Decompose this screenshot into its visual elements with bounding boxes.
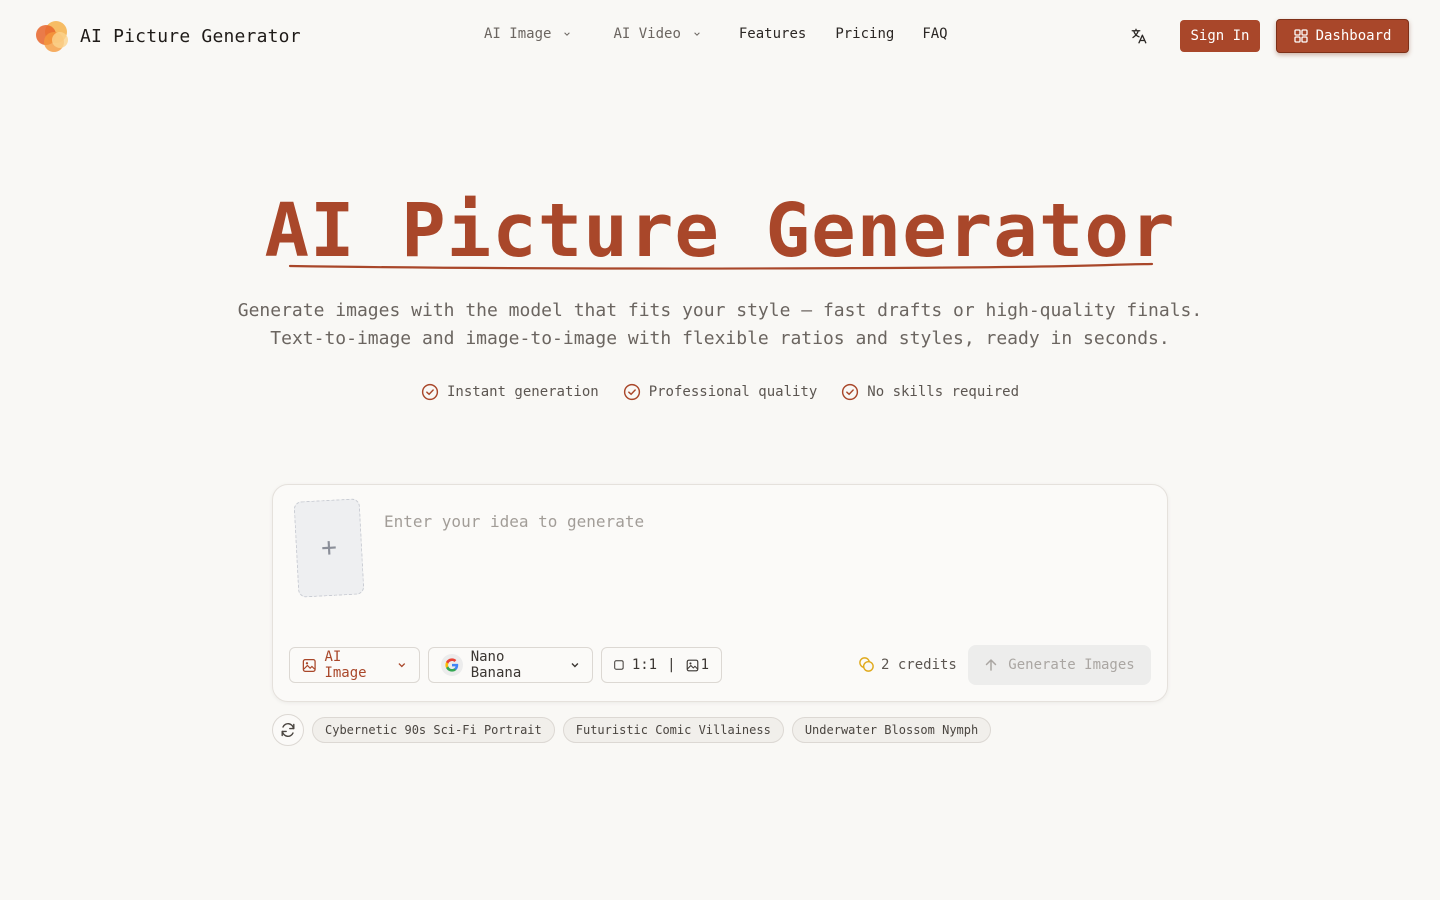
dashboard-button[interactable]: Dashboard (1276, 19, 1409, 53)
prompt-input[interactable] (384, 512, 1144, 612)
site-header: AI Picture Generator AI Image AI Video F… (0, 0, 1440, 72)
image-count-value: 1 (700, 657, 709, 673)
suggestion-chip[interactable]: Futuristic Comic Villainess (562, 717, 784, 743)
nav-features[interactable]: Features (739, 26, 806, 42)
ratio-separator: | (667, 657, 676, 673)
sign-in-button[interactable]: Sign In (1180, 20, 1260, 52)
nav-ai-image-label: AI Image (484, 26, 552, 42)
perk-list: Instant generation Professional quality … (0, 383, 1440, 401)
generate-button[interactable]: Generate Images (968, 645, 1151, 685)
nav-ai-video-label: AI Video (613, 26, 681, 42)
suggestion-chip[interactable]: Underwater Blossom Nymph (791, 717, 992, 743)
nav-features-label: Features (738, 26, 807, 42)
ratio-label: 1:1 (631, 657, 658, 673)
brand-name: AI Picture Generator (80, 25, 301, 47)
nav-faq[interactable]: FAQ (922, 26, 947, 42)
image-count: 1 (686, 657, 709, 673)
nav-ai-video[interactable]: AI Video (613, 26, 700, 42)
chevron-down-icon (694, 32, 700, 36)
perk-label: Professional quality (648, 384, 818, 400)
refresh-icon (281, 723, 295, 737)
main-nav: AI Image AI Video Features Pricing FAQ (484, 26, 948, 42)
perk-item: No skills required (841, 383, 1019, 401)
model-label: Nano Banana (470, 649, 522, 681)
generation-type-label: AI Image (324, 649, 367, 681)
nav-ai-image[interactable]: AI Image (484, 26, 571, 42)
brand-link[interactable]: AI Picture Generator (34, 18, 301, 54)
image-icon (302, 658, 316, 672)
ratio-count-select[interactable]: 1:1 | 1 (601, 647, 722, 683)
grid-icon (1293, 29, 1308, 43)
title-underline (288, 262, 1154, 270)
translate-icon[interactable] (1130, 27, 1148, 45)
subtitle-line-1: Generate images with the model that fits… (237, 300, 1203, 321)
image-icon (686, 659, 698, 671)
generate-label: Generate Images (1008, 657, 1135, 673)
check-circle-icon (623, 383, 640, 401)
hero-subtitle: Generate images with the model that fits… (0, 297, 1440, 353)
perk-item: Instant generation (421, 383, 599, 401)
perk-item: Professional quality (623, 383, 818, 401)
chevron-down-icon (564, 32, 571, 36)
credits-display: 2 credits (858, 656, 957, 673)
perk-label: No skills required (867, 384, 1019, 400)
image-upload-button[interactable]: + (293, 498, 365, 598)
plus-icon: + (320, 532, 338, 564)
square-icon (614, 660, 624, 670)
check-circle-icon (842, 383, 859, 401)
google-icon (441, 654, 463, 676)
credits-label: 2 credits (881, 656, 957, 673)
suggestion-chip[interactable]: Cybernetic 90s Sci-Fi Portrait (312, 717, 555, 743)
arrow-up-icon (986, 658, 997, 671)
nav-pricing[interactable]: Pricing (835, 26, 894, 42)
nav-pricing-label: Pricing (835, 26, 895, 42)
nav-faq-label: FAQ (922, 26, 948, 42)
coins-icon (859, 657, 874, 672)
subtitle-line-2: Text-to-image and image-to-image with fl… (270, 328, 1170, 349)
chevron-down-icon (571, 663, 579, 668)
refresh-suggestions-button[interactable] (272, 714, 304, 746)
logo-icon (36, 21, 68, 52)
perk-label: Instant generation (446, 384, 599, 400)
model-select[interactable]: Nano Banana (428, 647, 593, 683)
chevron-down-icon (398, 663, 406, 668)
check-circle-icon (421, 383, 439, 401)
dashboard-label: Dashboard (1315, 28, 1392, 44)
suggestion-chips: Cybernetic 90s Sci-Fi Portrait Futuristi… (312, 717, 992, 743)
generation-type-select[interactable]: AI Image (289, 647, 420, 683)
